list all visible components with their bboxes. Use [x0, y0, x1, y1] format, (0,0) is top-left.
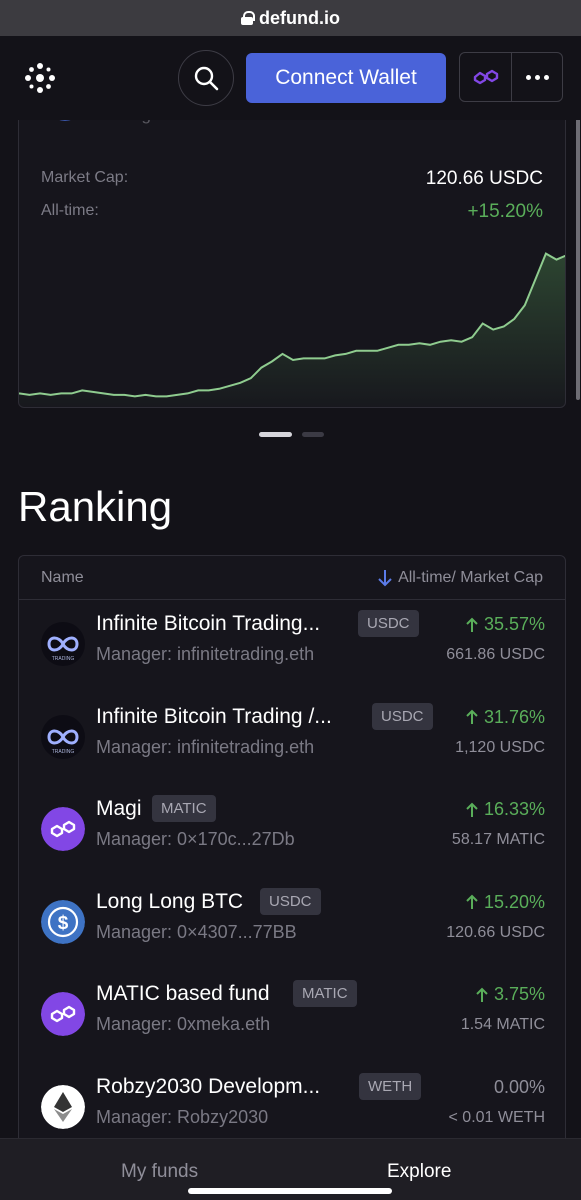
- more-button[interactable]: [511, 53, 562, 101]
- scrollbar[interactable]: [576, 100, 580, 400]
- ranking-table: Name All-time/ Market Cap TRADING Infinit…: [18, 555, 566, 1200]
- infinity-icon: TRADING: [41, 622, 85, 666]
- alltime-change: 0.00%: [494, 1077, 545, 1098]
- token-badge: WETH: [359, 1072, 422, 1100]
- alltime-change: 16.33%: [466, 799, 545, 820]
- fund-row[interactable]: MATIC based fund MATIC Manager: 0xmeka.eth…: [19, 970, 565, 1062]
- usdc-icon: $: [41, 899, 85, 944]
- chart-area: [19, 253, 565, 407]
- network-switch-button[interactable]: [460, 53, 511, 101]
- tab-my-funds[interactable]: My funds: [121, 1161, 198, 1183]
- ethereum-icon: [41, 1084, 85, 1129]
- fund-name: Long Long BTC: [96, 889, 244, 913]
- market-cap-value: 120.66 USDC: [425, 168, 543, 189]
- alltime-change-value: 15.20%: [483, 891, 545, 912]
- lock-icon: [241, 11, 255, 25]
- alltime-change: 31.76%: [466, 707, 545, 728]
- market-cap: < 0.01 WETH: [448, 1108, 545, 1126]
- fund-name: Infinite Bitcoin Trading /...: [96, 704, 332, 728]
- alltime-change-value: 3.75%: [493, 984, 545, 1004]
- arrow-up-icon: [466, 709, 478, 724]
- token-badge: USDC: [260, 887, 321, 915]
- infinity-icon: TRADING: [41, 714, 85, 759]
- fund-name: MATIC based fund: [96, 982, 270, 1005]
- arrow-up-icon: [476, 987, 488, 1002]
- svg-text:TRADING: TRADING: [52, 749, 75, 755]
- defund-logo-icon[interactable]: [22, 60, 58, 96]
- ranking-header: Name All-time/ Market Cap: [19, 556, 565, 600]
- polygon-icon: [41, 807, 85, 851]
- polygon-network-icon: [473, 69, 498, 85]
- home-indicator: [188, 1188, 392, 1194]
- arrow-down-icon: [378, 570, 392, 587]
- polygon-icon: [41, 992, 85, 1036]
- fund-name: Infinite Bitcoin Trading...: [96, 612, 321, 635]
- carousel-dot-active[interactable]: [259, 432, 292, 437]
- network-menu-group: [459, 52, 563, 102]
- performance-chart[interactable]: [19, 241, 566, 408]
- arrow-up-icon: [466, 894, 478, 909]
- featured-fund-card[interactable]: Manager: 0×4307...77BB Market Cap: 120.6…: [18, 90, 566, 408]
- alltime-change-value: 35.57%: [483, 614, 545, 634]
- fund-name: Robzy2030 Developm...: [96, 1074, 321, 1098]
- more-icon: [525, 74, 549, 80]
- alltime-change: 15.20%: [466, 892, 545, 913]
- token-badge: MATIC: [152, 795, 216, 822]
- token-badge: USDC: [358, 610, 419, 637]
- app-header: Connect Wallet: [0, 36, 581, 120]
- market-cap: 1,120 USDC: [455, 738, 545, 756]
- fund-manager: Manager: 0×4307...77BB: [96, 921, 297, 942]
- alltime-label: All-time:: [41, 202, 99, 219]
- ranking-title: Ranking: [18, 483, 173, 530]
- alltime-value: +15.20%: [467, 201, 543, 222]
- fund-manager: Manager: 0xmeka.eth: [96, 1014, 271, 1034]
- alltime-change-value: 16.33%: [483, 799, 545, 819]
- search-button[interactable]: [178, 50, 234, 106]
- alltime-change-value: 0.00%: [493, 1076, 545, 1097]
- fund-manager: Manager: infinitetrading.eth: [96, 736, 315, 757]
- token-badge: MATIC: [293, 980, 357, 1007]
- carousel-indicator: [259, 432, 324, 437]
- arrow-up-icon: [466, 617, 478, 632]
- connect-wallet-button[interactable]: Connect Wallet: [246, 53, 446, 103]
- fund-name: Magi: [96, 797, 142, 820]
- fund-manager: Manager: Robzy2030: [96, 1106, 269, 1127]
- fund-manager: Manager: infinitetrading.eth: [96, 644, 315, 664]
- sort-toggle[interactable]: All-time/ Market Cap: [378, 569, 543, 587]
- market-cap: 58.17 MATIC: [451, 831, 545, 848]
- svg-text:$: $: [58, 913, 69, 934]
- alltime-change: 3.75%: [476, 984, 545, 1005]
- arrow-up-icon: [466, 802, 478, 817]
- market-cap: 1.54 MATIC: [460, 1016, 545, 1033]
- url-text: defund.io: [259, 7, 340, 28]
- fund-row[interactable]: Magi MATIC Manager: 0×170c...27Db 16.33% 58.…: [19, 785, 565, 877]
- svg-text:TRADING: TRADING: [52, 656, 75, 662]
- search-icon: [194, 66, 219, 91]
- alltime-change-value: 31.76%: [483, 706, 545, 727]
- tab-explore[interactable]: Explore: [387, 1161, 451, 1183]
- fund-manager: Manager: 0×170c...27Db: [96, 829, 295, 849]
- alltime-change: 35.57%: [466, 614, 545, 635]
- fund-row[interactable]: $ Long Long BTC USDC Manager: 0×4307...77BB…: [19, 878, 565, 970]
- fund-row[interactable]: TRADING Infinite Bitcoin Trading... USDC Ma…: [19, 600, 565, 692]
- fund-row[interactable]: TRADING Infinite Bitcoin Trading /... USDC…: [19, 693, 565, 785]
- market-cap: 120.66 USDC: [446, 923, 545, 941]
- market-cap-label: Market Cap:: [41, 169, 129, 186]
- column-sort-label: All-time/ Market Cap: [398, 569, 543, 586]
- token-badge: USDC: [372, 702, 433, 730]
- column-name: Name: [41, 569, 84, 586]
- market-cap: 661.86 USDC: [446, 646, 545, 663]
- carousel-dot[interactable]: [302, 432, 324, 437]
- browser-url-bar[interactable]: defund.io: [0, 0, 581, 36]
